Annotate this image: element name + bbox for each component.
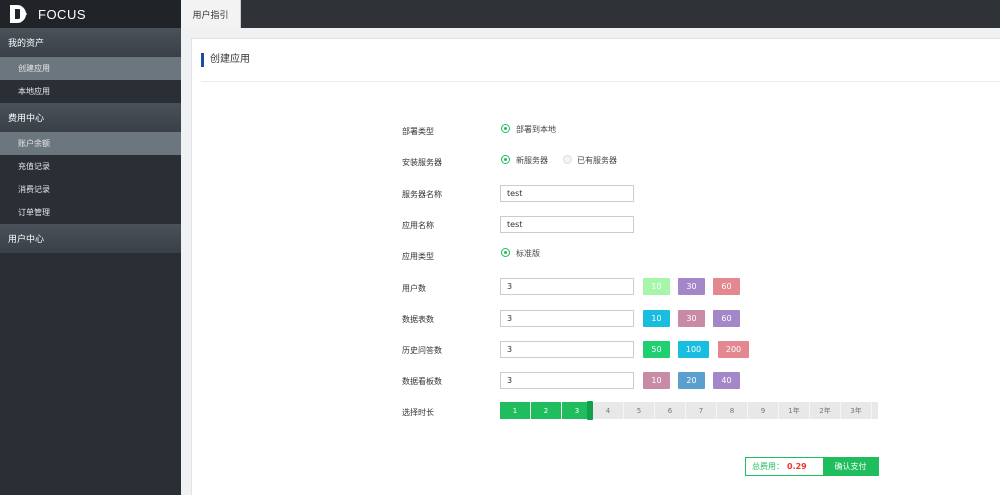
new-server-text: 新服务器 (516, 156, 548, 165)
logo: FOCUS (0, 0, 181, 28)
server-install-label: 安装服务器 (402, 158, 442, 167)
duration-tick[interactable]: 5 (624, 402, 655, 419)
tables-label: 数据表数 (402, 315, 434, 324)
standard-edition-text: 标准版 (516, 249, 540, 258)
app-name-label: 应用名称 (402, 221, 434, 230)
deploy-type-label: 部署类型 (402, 127, 434, 136)
tab-user-guide[interactable]: 用户指引 (181, 0, 241, 28)
tables-preset-button[interactable]: 30 (678, 310, 705, 327)
sidebar-group-label: 用户中心 (8, 235, 45, 245)
sidebar-item-label: 消费记录 (18, 185, 50, 194)
sidebar-item-label: 订单管理 (18, 208, 50, 217)
total-value: 0.29 (787, 462, 807, 471)
sidebar-item-consumption[interactable]: 消费记录 (0, 178, 181, 201)
sidebar-group-label: 我的资产 (8, 39, 45, 49)
duration-tick[interactable]: 2 (531, 402, 562, 419)
app-type-label: 应用类型 (402, 252, 434, 261)
existing-server-radio[interactable] (563, 155, 572, 164)
users-preset-button[interactable]: 10 (643, 278, 670, 295)
total-label: 总费用： (752, 462, 784, 471)
sidebar-group-user[interactable]: 用户中心 (0, 224, 181, 253)
app-name-input[interactable]: test (500, 216, 634, 233)
history-input[interactable]: 3 (500, 341, 634, 358)
users-preset-button[interactable]: 60 (713, 278, 740, 295)
brand-name: FOCUS (38, 6, 86, 22)
sidebar-item-balance[interactable]: 账户余额 (0, 132, 181, 155)
tables-preset-button[interactable]: 60 (713, 310, 740, 327)
users-input[interactable]: 3 (500, 278, 634, 295)
server-name-label: 服务器名称 (402, 190, 442, 199)
duration-tick[interactable]: 1年 (779, 402, 810, 419)
existing-server-text: 已有服务器 (577, 156, 617, 165)
dashboards-label: 数据看板数 (402, 377, 442, 386)
server-name-input[interactable]: test (500, 185, 634, 202)
sidebar-item-local-app[interactable]: 本地应用 (0, 80, 181, 103)
duration-tick[interactable]: 4 (593, 402, 624, 419)
duration-tick[interactable]: 8 (717, 402, 748, 419)
dashboards-preset-button[interactable]: 10 (643, 372, 670, 389)
duration-tick[interactable]: 3年 (841, 402, 872, 419)
total-bar: 总费用： 0.29 确认支付 (745, 457, 879, 476)
sidebar-item-orders[interactable]: 订单管理 (0, 201, 181, 224)
dashboards-input[interactable]: 3 (500, 372, 634, 389)
duration-slider[interactable]: 1 2 3 4 5 6 7 8 9 1年 2年 3年 (500, 402, 878, 419)
duration-tick[interactable]: 1 (500, 402, 531, 419)
duration-tick[interactable]: 2年 (810, 402, 841, 419)
sidebar-item-label: 本地应用 (18, 87, 50, 96)
duration-tick[interactable]: 6 (655, 402, 686, 419)
tables-preset-button[interactable]: 10 (643, 310, 670, 327)
users-label: 用户数 (402, 284, 426, 293)
history-preset-button[interactable]: 100 (678, 341, 709, 358)
duration-slider-handle[interactable] (587, 401, 593, 420)
tab-label: 用户指引 (192, 10, 229, 21)
sidebar-item-label: 创建应用 (18, 64, 50, 73)
sidebar-item-create-app[interactable]: 创建应用 (0, 57, 181, 80)
content-panel (191, 38, 1000, 495)
deploy-local-radio[interactable] (501, 124, 510, 133)
users-preset-button[interactable]: 30 (678, 278, 705, 295)
history-preset-button[interactable]: 200 (718, 341, 749, 358)
dashboards-preset-button[interactable]: 40 (713, 372, 740, 389)
confirm-pay-button[interactable]: 确认支付 (823, 457, 878, 476)
duration-label: 选择时长 (402, 408, 434, 417)
standard-edition-radio[interactable] (501, 248, 510, 257)
title-divider (201, 81, 1000, 82)
duration-tick[interactable]: 9 (748, 402, 779, 419)
page-title: 创建应用 (201, 53, 250, 67)
sidebar-item-recharge[interactable]: 充值记录 (0, 155, 181, 178)
dashboards-preset-button[interactable]: 20 (678, 372, 705, 389)
top-tab-bar: 用户指引 (181, 0, 1000, 28)
new-server-radio[interactable] (501, 155, 510, 164)
deploy-local-text: 部署到本地 (516, 125, 556, 134)
tables-input[interactable]: 3 (500, 310, 634, 327)
duration-tick[interactable]: 7 (686, 402, 717, 419)
sidebar-item-label: 充值记录 (18, 162, 50, 171)
history-preset-button[interactable]: 50 (643, 341, 670, 358)
history-label: 历史问答数 (402, 346, 442, 355)
sidebar-group-assets[interactable]: 我的资产 (0, 28, 181, 57)
sidebar-group-label: 费用中心 (8, 114, 45, 124)
sidebar: FOCUS 我的资产 创建应用 本地应用 费用中心 账户余额 充值记录 消费记录… (0, 0, 181, 495)
sidebar-group-billing[interactable]: 费用中心 (0, 103, 181, 132)
sidebar-item-label: 账户余额 (18, 139, 50, 148)
focus-logo-icon (10, 5, 27, 23)
